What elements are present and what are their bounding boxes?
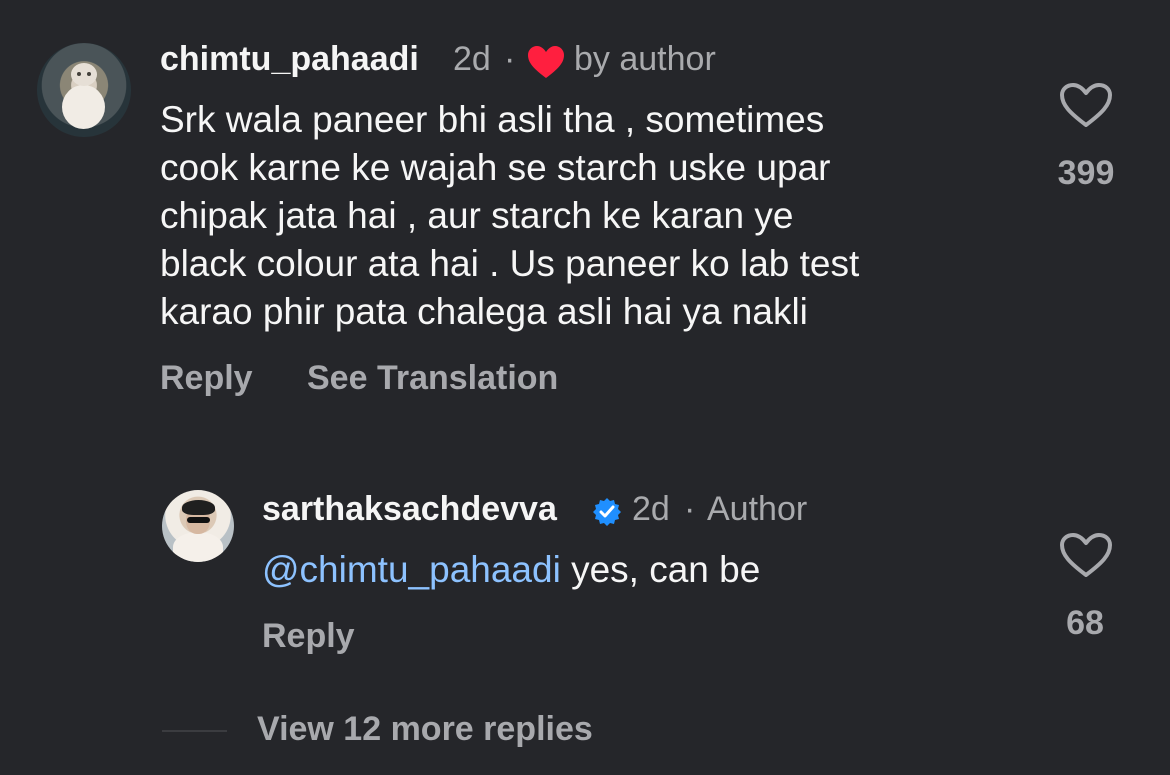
comment-time: 2d <box>453 40 491 78</box>
author-badge: by author <box>574 40 716 78</box>
cat-head <box>71 63 97 86</box>
meta-separator: · <box>504 40 516 78</box>
red-heart-icon <box>528 46 564 78</box>
verified-badge-icon <box>593 498 621 526</box>
heart-outline-icon[interactable] <box>1058 532 1114 580</box>
heart-outline-icon[interactable] <box>1058 82 1114 130</box>
cat-body <box>62 85 105 129</box>
reply-button[interactable]: Reply <box>262 617 355 656</box>
meta-separator: · <box>684 490 696 528</box>
reply-body: yes, can be <box>560 549 761 590</box>
like-count: 399 <box>1057 154 1115 192</box>
mention-link[interactable]: @chimtu_pahaadi <box>262 549 561 590</box>
cat-eye <box>77 72 81 76</box>
avatar[interactable] <box>162 490 234 562</box>
view-more-replies-button[interactable]: View 12 more replies <box>257 710 593 749</box>
reply-button[interactable]: Reply <box>160 359 253 398</box>
see-translation-button[interactable]: See Translation <box>307 359 558 398</box>
comment-time: 2d <box>632 490 670 528</box>
sunglasses <box>187 517 210 523</box>
like-count: 68 <box>1066 604 1104 642</box>
person-hair <box>182 500 215 515</box>
username[interactable]: sarthaksachdevva <box>262 490 557 529</box>
username[interactable]: chimtu_pahaadi <box>160 40 419 79</box>
comment-text: Srk wala paneer bhi asli tha , sometimes… <box>160 99 860 332</box>
cat-eye <box>87 72 91 76</box>
person-body <box>173 532 223 562</box>
replies-divider <box>162 730 227 732</box>
author-label: Author <box>707 490 808 528</box>
reply-text: @chimtu_pahaadi yes, can be <box>262 546 982 594</box>
avatar[interactable] <box>37 43 131 137</box>
